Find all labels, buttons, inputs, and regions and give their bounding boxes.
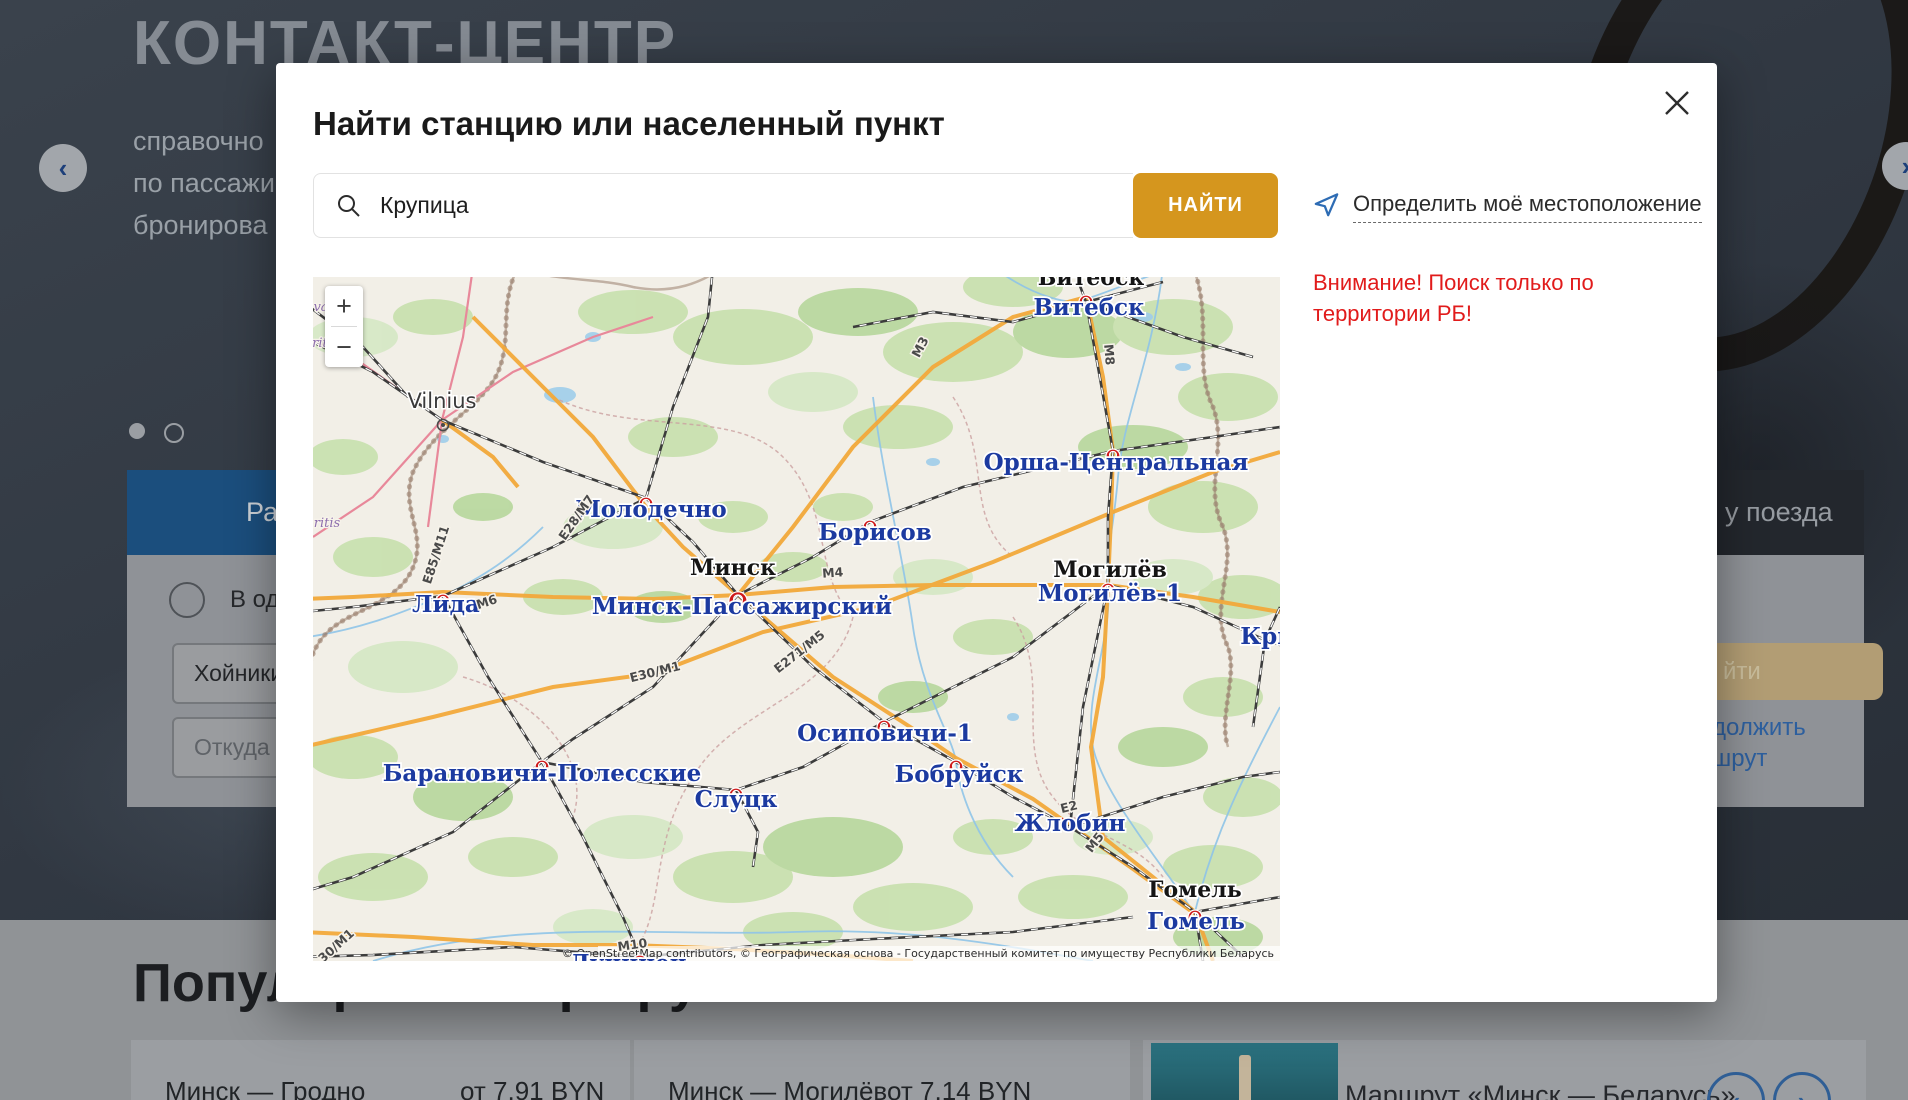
close-icon bbox=[1657, 83, 1697, 123]
carousel-prev-button[interactable]: ‹ bbox=[39, 144, 87, 192]
route-price: от 7,91 BYN bbox=[460, 1076, 604, 1100]
feature-card[interactable]: Маршрут «Минск — Беларусь» ‹ › bbox=[1143, 1040, 1866, 1100]
map-place-label: Барановичи-Полесские bbox=[383, 760, 701, 787]
map-image[interactable]: © OpenStreetMap contributors, © Географи… bbox=[313, 277, 1280, 961]
route-card[interactable]: Минск — Могилёв от 7,14 BYN bbox=[634, 1040, 1130, 1100]
carousel-dot[interactable] bbox=[164, 423, 184, 443]
road-label: Е85/М11 bbox=[419, 524, 452, 586]
carousel-dot-active[interactable] bbox=[129, 423, 145, 439]
map-place-label: Бобруйск bbox=[895, 761, 1024, 788]
feature-next-button[interactable]: › bbox=[1773, 1072, 1831, 1100]
road-label: М8 bbox=[1101, 343, 1118, 365]
page: КОНТАКТ-ЦЕНТР справочно по пассажи брони… bbox=[0, 0, 1908, 1100]
map-place-label: ritis bbox=[314, 516, 341, 531]
map-place-label: Могилёв-1 bbox=[1038, 580, 1182, 607]
route-name: Минск — Могилёв bbox=[668, 1076, 887, 1100]
find-station-modal: Найти станцию или населенный пункт НАЙТИ… bbox=[276, 63, 1717, 1002]
map-place-label: Витебск bbox=[1033, 294, 1145, 321]
map-place-label: Осиповичи-1 bbox=[797, 720, 973, 747]
city-marker-dot bbox=[441, 423, 445, 427]
map-place-label: Слуцк bbox=[695, 786, 778, 813]
search-warning: Внимание! Поиск только по территории РБ! bbox=[1313, 267, 1683, 329]
chevron-left-icon: ‹ bbox=[1732, 1086, 1741, 1100]
map-place-label: Vilnius bbox=[408, 389, 477, 413]
location-arrow-icon bbox=[1313, 191, 1340, 218]
zoom-in-button[interactable]: + bbox=[325, 286, 363, 326]
search-icon bbox=[336, 193, 362, 219]
geolocate-label: Определить моё местоположение bbox=[1353, 191, 1702, 223]
tab-train-info-label: у поезда bbox=[1725, 497, 1833, 528]
close-button[interactable] bbox=[1657, 83, 1697, 123]
route-card[interactable]: Минск — Гродно от 7,91 BYN bbox=[131, 1040, 630, 1100]
map-place-label: Лида bbox=[412, 591, 480, 618]
map-place-label: Гомель bbox=[1148, 877, 1241, 903]
one-way-radio[interactable] bbox=[169, 582, 205, 618]
road-label: М4 bbox=[822, 564, 844, 580]
zoom-out-button[interactable]: − bbox=[325, 327, 363, 367]
map-place-label: Витебск bbox=[1038, 277, 1145, 291]
route-name: Минск — Гродно bbox=[165, 1076, 365, 1100]
tab-schedule-label: Ра bbox=[246, 497, 278, 528]
find-button[interactable]: НАЙТИ bbox=[1133, 173, 1278, 238]
map-place-label: Минск bbox=[690, 555, 776, 581]
map-canvas[interactable]: © OpenStreetMap contributors, © Географи… bbox=[313, 277, 1280, 961]
map-zoom-control: + − bbox=[325, 286, 363, 367]
geolocate-link[interactable]: Определить моё местоположение bbox=[1313, 191, 1702, 223]
feature-prev-button[interactable]: ‹ bbox=[1707, 1072, 1765, 1100]
map-place-label: Гомель bbox=[1147, 908, 1245, 935]
map-place-label: Кричев bbox=[1240, 623, 1280, 650]
map-place-label: Минск-Пассажирский bbox=[592, 593, 892, 620]
feature-caption: Маршрут «Минск — Беларусь» bbox=[1345, 1080, 1736, 1100]
map-place-label: Молодечно bbox=[575, 496, 726, 523]
chevron-right-icon: › bbox=[1902, 151, 1908, 182]
continue-route-link[interactable]: должить шрут bbox=[1712, 712, 1806, 774]
hero-subtitle: справочно по пассажи бронирова bbox=[133, 120, 275, 246]
chevron-right-icon: › bbox=[1798, 1086, 1807, 1100]
chevron-left-icon: ‹ bbox=[59, 153, 68, 184]
modal-title: Найти станцию или населенный пункт bbox=[313, 105, 945, 143]
road-label: Е30/М1 bbox=[628, 658, 682, 685]
map-place-label: Борисов bbox=[818, 519, 931, 546]
route-price: от 7,14 BYN bbox=[887, 1076, 1031, 1100]
station-search-input[interactable] bbox=[378, 191, 1082, 220]
monument-shape bbox=[1239, 1055, 1251, 1100]
map-place-label: Орша-Центральная bbox=[984, 449, 1249, 476]
feature-photo bbox=[1151, 1043, 1338, 1100]
station-search-field[interactable] bbox=[313, 173, 1133, 238]
